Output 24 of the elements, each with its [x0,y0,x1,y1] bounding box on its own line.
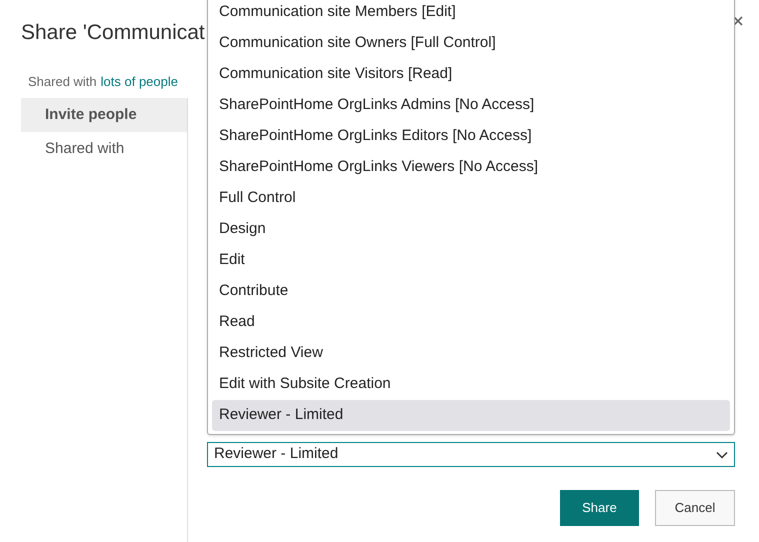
menu-option[interactable]: SharePointHome OrgLinks Viewers [No Access] [212,152,730,183]
menu-option[interactable]: Contribute [212,276,730,307]
lots-of-people-link[interactable]: lots of people [100,72,178,92]
close-icon[interactable] [733,16,743,26]
chevron-down-icon [716,450,728,458]
permission-dropdown[interactable]: Reviewer - Limited [207,442,735,467]
menu-option[interactable]: SharePointHome OrgLinks Editors [No Access] [212,121,730,152]
shared-with-label: Shared with [28,73,97,92]
menu-option[interactable]: Restricted View [212,338,730,369]
menu-option[interactable]: Full Control [212,183,730,214]
menu-option[interactable]: Edit with Subsite Creation [212,369,730,400]
nav-tab[interactable]: Invite people [21,98,187,132]
menu-option[interactable]: Communication site Owners [Full Control] [212,28,730,59]
menu-option[interactable]: SharePointHome OrgLinks Admins [No Access] [212,90,730,121]
cancel-button[interactable]: Cancel [655,490,735,526]
menu-option[interactable]: Communication site Visitors [Read] [212,59,730,90]
menu-option[interactable]: Communication site Members [Edit] [212,0,730,28]
share-button[interactable]: Share [560,490,639,526]
menu-option[interactable]: Read [212,307,730,338]
dialog-title: Share 'Communicat [21,20,205,46]
menu-option[interactable]: Reviewer - Limited [212,400,730,431]
menu-option[interactable]: Design [212,214,730,245]
nav-tab[interactable]: Shared with [21,132,187,166]
menu-option[interactable]: Edit [212,245,730,276]
